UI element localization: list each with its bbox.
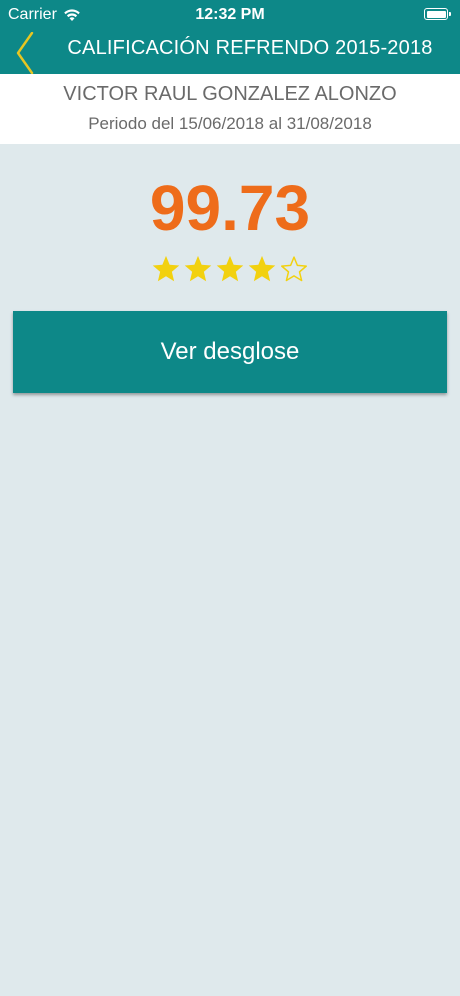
app-header: Carrier 12:32 PM CALIFICACIÓN REFRENDO 2… xyxy=(0,0,460,74)
page-title: CALIFICACIÓN REFRENDO 2015-2018 xyxy=(67,37,433,59)
status-bar: Carrier 12:32 PM xyxy=(0,0,460,32)
employee-header: VICTOR RAUL GONZALEZ ALONZO Periodo del … xyxy=(0,74,460,144)
star-empty-icon xyxy=(281,256,307,282)
evaluation-period: Periodo del 15/06/2018 al 31/08/2018 xyxy=(88,114,372,133)
view-breakdown-button[interactable]: Ver desglose xyxy=(13,311,447,393)
star-rating xyxy=(0,254,460,284)
star-filled-icon xyxy=(216,255,244,282)
back-chevron-icon[interactable] xyxy=(12,32,40,74)
star-filled-icon xyxy=(152,255,180,282)
status-time: 12:32 PM xyxy=(195,6,265,23)
star-filled-icon xyxy=(184,255,212,282)
score-value: 99.73 xyxy=(149,172,311,244)
battery-icon xyxy=(424,8,451,20)
nav-bar: CALIFICACIÓN REFRENDO 2015-2018 xyxy=(0,32,460,74)
employee-name: VICTOR RAUL GONZALEZ ALONZO xyxy=(63,83,397,105)
star-filled-icon xyxy=(248,255,276,282)
